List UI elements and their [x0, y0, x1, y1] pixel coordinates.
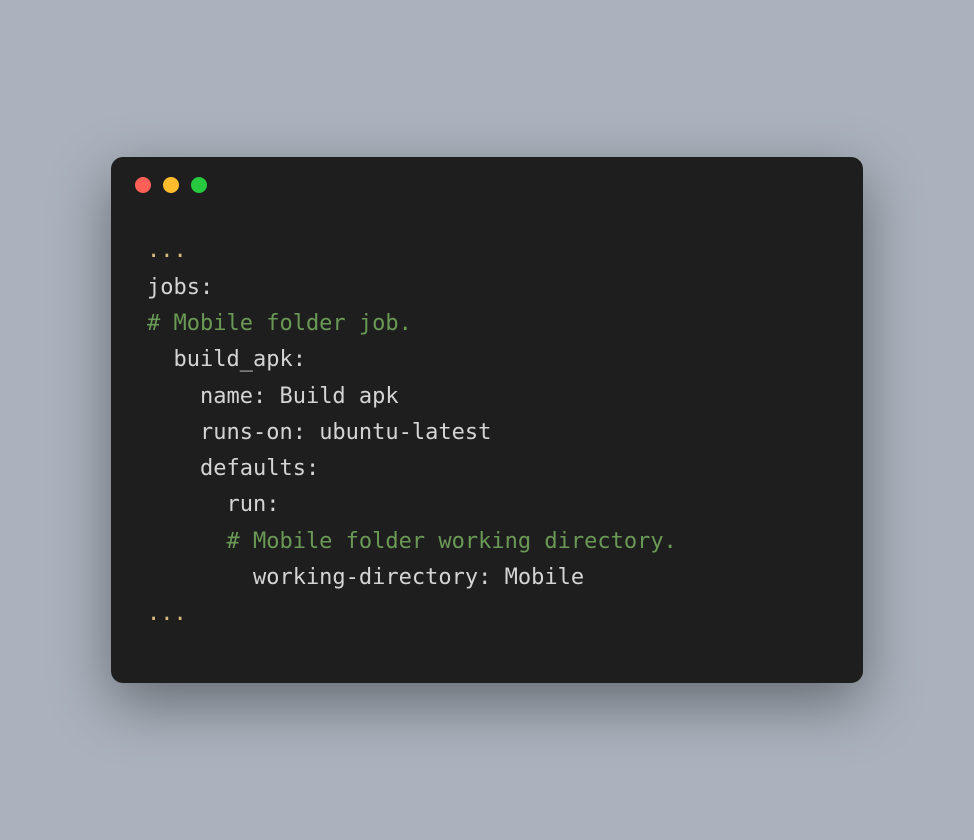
titlebar: [111, 157, 863, 203]
minimize-icon[interactable]: [163, 177, 179, 193]
yaml-key-runs-on: runs-on:: [147, 420, 319, 445]
yaml-key-build-apk: build_apk:: [147, 347, 306, 372]
code-editor: ...jobs:# Mobile folder job. build_apk: …: [111, 203, 863, 682]
yaml-key-working-directory: working-directory:: [147, 565, 505, 590]
yaml-key-jobs: jobs:: [147, 275, 213, 300]
ellipsis-start: ...: [147, 238, 187, 263]
ellipsis-end: ...: [147, 601, 187, 626]
code-window: ...jobs:# Mobile folder job. build_apk: …: [111, 157, 863, 682]
yaml-value-name: Build apk: [279, 384, 398, 409]
yaml-value-working-directory: Mobile: [505, 565, 584, 590]
yaml-key-run: run:: [147, 492, 279, 517]
yaml-value-runs-on: ubuntu-latest: [319, 420, 491, 445]
yaml-comment-working-dir: # Mobile folder working directory.: [147, 529, 677, 554]
yaml-key-name: name:: [147, 384, 279, 409]
yaml-key-defaults: defaults:: [147, 456, 319, 481]
close-icon[interactable]: [135, 177, 151, 193]
maximize-icon[interactable]: [191, 177, 207, 193]
yaml-comment: # Mobile folder job.: [147, 311, 412, 336]
